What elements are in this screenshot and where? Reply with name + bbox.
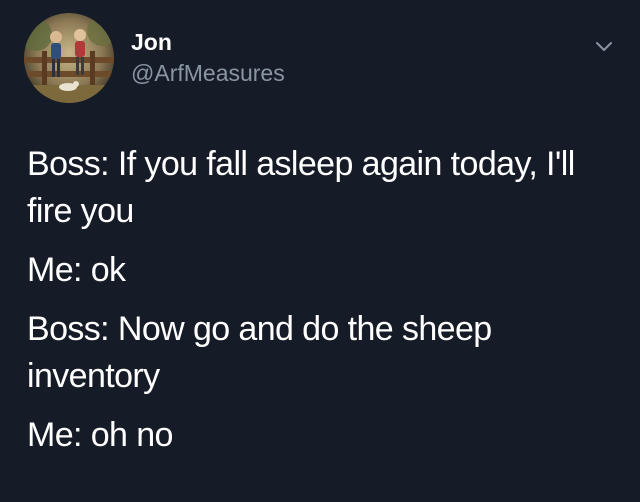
tweet-card: Jon @ArfMeasures Boss: If you fall aslee… (0, 0, 640, 502)
tweet-paragraph: Boss: If you fall asleep again today, I'… (27, 145, 575, 230)
tweet-paragraph: Me: ok (27, 251, 126, 289)
avatar-image (24, 13, 114, 103)
display-name[interactable]: Jon (131, 28, 172, 56)
avatar[interactable] (24, 13, 114, 103)
tweet-text: Boss: If you fall asleep again today, I'… (27, 141, 627, 471)
tweet-paragraph: Boss: Now go and do the sheep inventory (27, 310, 492, 395)
user-handle[interactable]: @ArfMeasures (131, 59, 285, 87)
tweet-paragraph: Me: oh no (27, 416, 173, 454)
chevron-down-icon[interactable] (591, 33, 617, 59)
